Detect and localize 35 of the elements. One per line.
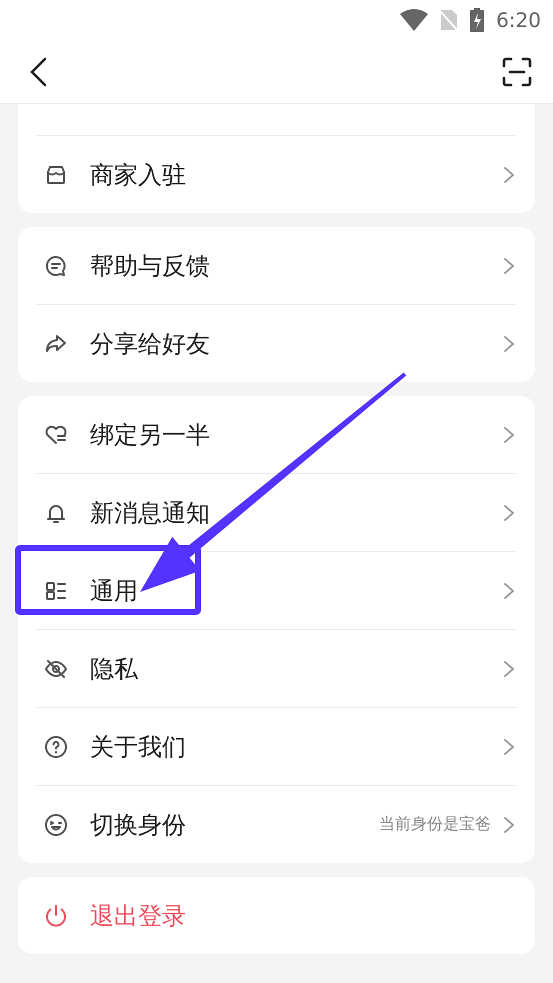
settings-row[interactable]: 商家入驻 [36, 136, 517, 213]
scan-button[interactable] [501, 56, 533, 88]
row-label: 关于我们 [90, 732, 187, 762]
chevron-icon [503, 426, 515, 444]
row-label: 通用 [90, 576, 139, 606]
wifi-icon [400, 9, 428, 31]
chevron-icon [503, 256, 515, 274]
chevron-icon [503, 334, 515, 352]
chevron-icon [503, 738, 515, 756]
clock-time: 6:20 [496, 8, 541, 32]
row-value: 当前身份是宝爸 [379, 814, 491, 835]
row-label: 切换身份 [90, 810, 187, 840]
row-label: 隐私 [90, 654, 139, 684]
row-label: 分享给好友 [90, 328, 211, 360]
row-label: 商家入驻 [90, 160, 187, 190]
face-icon [44, 812, 68, 836]
logout-label: 退出登录 [90, 900, 187, 932]
settings-row[interactable]: 切换身份 当前身份是宝爸 [36, 786, 517, 863]
row-label: 绑定另一半 [90, 420, 211, 450]
chat-icon [44, 254, 68, 278]
chevron-icon [503, 504, 515, 522]
battery-icon [470, 8, 484, 32]
row-label: 帮助与反馈 [90, 250, 211, 282]
chevron-icon [503, 582, 515, 600]
chevron-icon [503, 816, 515, 834]
settings-row[interactable]: 帮助与反馈 [36, 227, 517, 305]
chevron-icon [503, 660, 515, 678]
settings-row[interactable]: 关于我们 [36, 708, 517, 786]
question-icon [44, 734, 68, 758]
chevron-icon [503, 166, 515, 184]
settings-row[interactable]: 分享给好友 [36, 305, 517, 382]
settings-row[interactable]: 隐私 [36, 630, 517, 708]
no-sim-icon [440, 9, 458, 31]
power-icon [44, 904, 68, 928]
row-label: 新消息通知 [90, 498, 211, 528]
